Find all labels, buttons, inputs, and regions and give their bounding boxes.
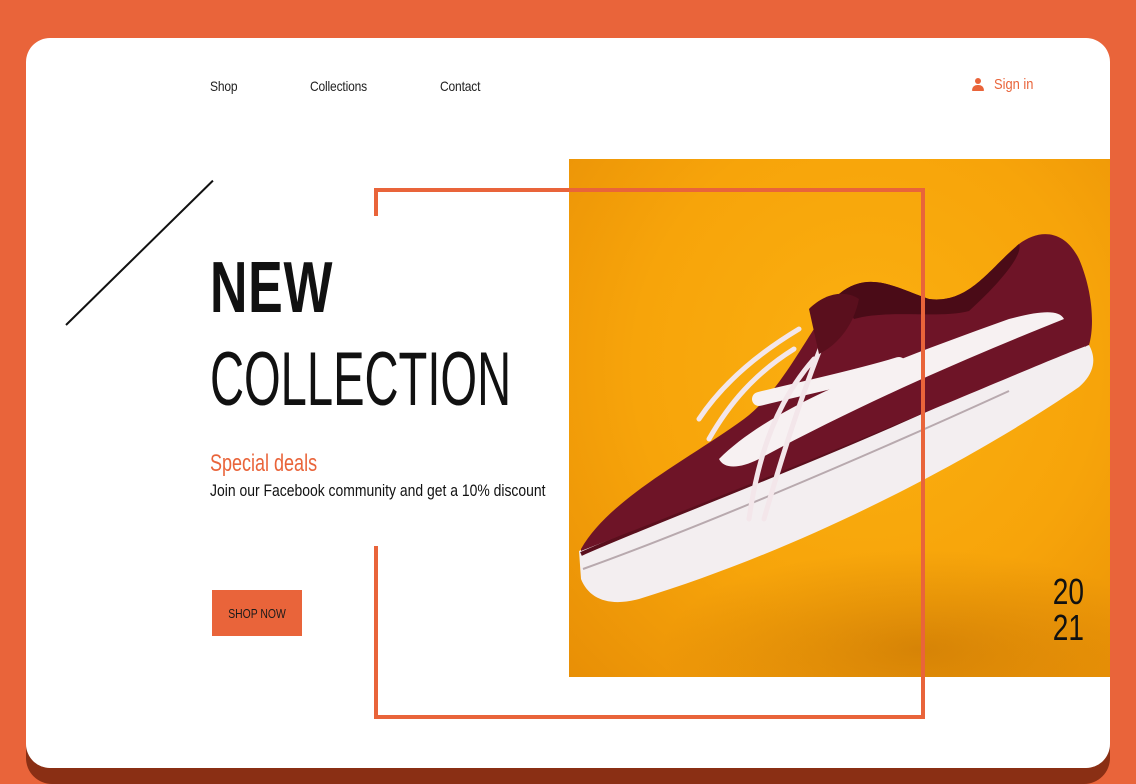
sign-in-button[interactable]: Sign in — [972, 76, 1040, 93]
decorative-diagonal-line — [65, 179, 214, 326]
sign-in-label: Sign in — [994, 76, 1034, 93]
year-label: 20 21 — [1053, 574, 1084, 646]
year-line-2: 21 — [1052, 607, 1084, 648]
hero-title-new: NEW — [210, 248, 334, 328]
special-deals-heading: Special deals — [210, 450, 318, 477]
shop-now-button[interactable]: SHOP NOW — [212, 590, 302, 636]
decorative-frame — [374, 188, 925, 719]
shop-now-label: SHOP NOW — [228, 605, 286, 621]
landing-card: Shop Collections Contact Sign in NEW COL… — [26, 38, 1110, 768]
nav-collections-link[interactable]: Collections — [310, 78, 367, 94]
nav-shop-link[interactable]: Shop — [210, 78, 238, 94]
nav-contact-link[interactable]: Contact — [440, 78, 480, 94]
promo-description: Join our Facebook community and get a 10… — [210, 481, 546, 500]
user-icon — [972, 78, 985, 91]
year-line-1: 20 — [1052, 571, 1084, 612]
hero-title-collection: COLLECTION — [210, 337, 512, 422]
